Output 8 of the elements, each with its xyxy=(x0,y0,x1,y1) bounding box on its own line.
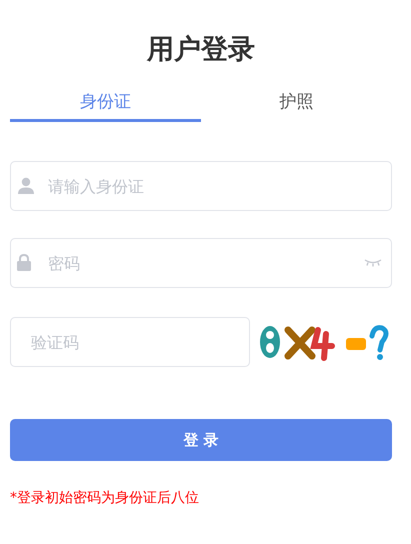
tab[interactable]: 护照 xyxy=(201,84,392,122)
id-field[interactable]: 请输入身份证 xyxy=(10,161,392,211)
login-title: 用户登录 xyxy=(146,33,256,67)
login-button[interactable]: 登 录 xyxy=(10,419,392,461)
tab[interactable]: 身份证 xyxy=(10,84,201,122)
login-note: *登录初始密码为身份证后八位 xyxy=(10,489,200,507)
password-field[interactable]: 密码 xyxy=(10,238,392,288)
captcha-field[interactable]: 验证码 xyxy=(10,317,250,367)
